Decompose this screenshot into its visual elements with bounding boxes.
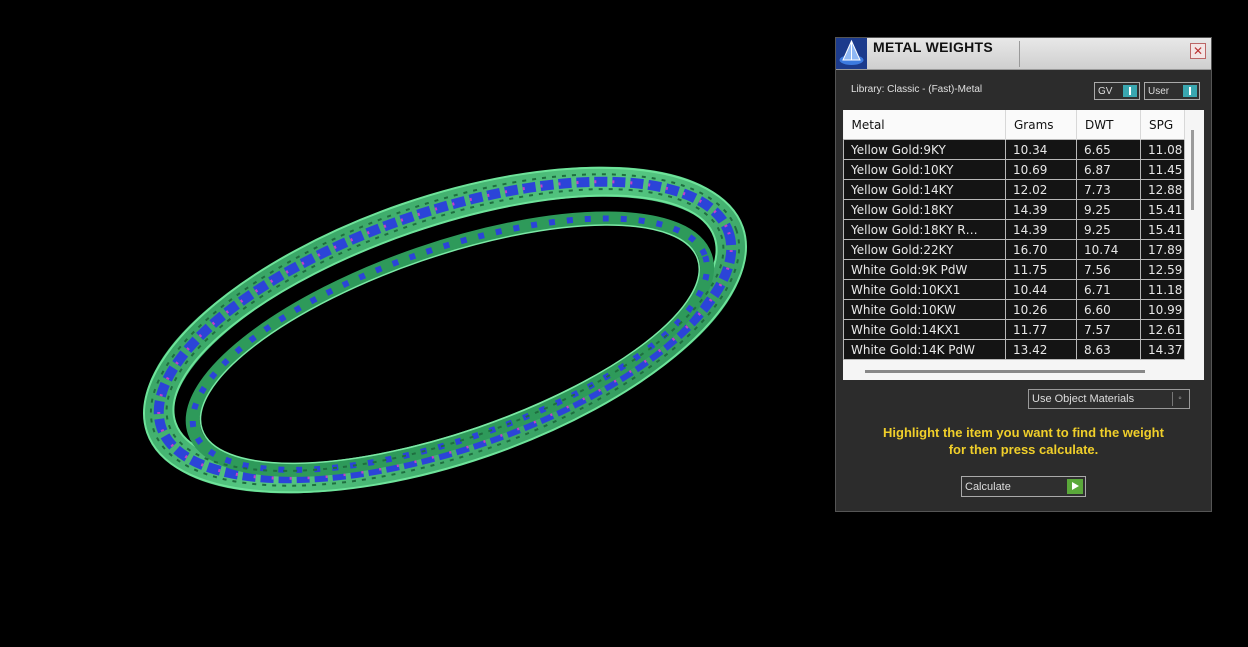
cell-grams: 10.69 — [1005, 159, 1077, 180]
cell-grams: 10.26 — [1005, 299, 1077, 320]
cell-grams: 13.42 — [1005, 339, 1077, 360]
cell-grams: 10.44 — [1005, 279, 1077, 300]
cell-dwt: 8.63 — [1076, 339, 1141, 360]
toggle-switch-icon — [1183, 85, 1197, 97]
table-row[interactable]: Yellow Gold:22KY 16.70 10.74 17.89 — [843, 239, 1185, 260]
cell-spg: 11.08 — [1140, 139, 1185, 160]
titlebar-divider — [1019, 41, 1020, 67]
cell-spg: 14.37 — [1140, 339, 1185, 360]
user-toggle-label: User — [1148, 86, 1170, 97]
cell-grams: 14.39 — [1005, 199, 1077, 220]
table-row[interactable]: White Gold:9K PdW 11.75 7.56 12.59 — [843, 259, 1185, 280]
cell-dwt: 6.60 — [1076, 299, 1141, 320]
calculate-label: Calculate — [965, 481, 1011, 493]
cell-metal: Yellow Gold:9KY — [843, 139, 1006, 160]
cell-dwt: 7.73 — [1076, 179, 1141, 200]
dropdown-icon: ◦ — [1172, 392, 1187, 406]
cell-spg: 17.89 — [1140, 239, 1185, 260]
table-row[interactable]: Yellow Gold:14KY 12.02 7.73 12.88 — [843, 179, 1185, 200]
table-row[interactable]: White Gold:14KX1 11.77 7.57 12.61 — [843, 319, 1185, 340]
app-logo-icon — [836, 38, 867, 69]
cell-grams: 16.70 — [1005, 239, 1077, 260]
cell-dwt: 6.71 — [1076, 279, 1141, 300]
cell-metal: White Gold:10KX1 — [843, 279, 1006, 300]
table-row[interactable]: Yellow Gold:18KY R… 14.39 9.25 15.41 — [843, 219, 1185, 240]
close-icon[interactable]: ✕ — [1190, 43, 1206, 59]
column-header-grams[interactable]: Grams — [1005, 110, 1077, 140]
material-source-value: Use Object Materials — [1032, 393, 1135, 405]
cell-dwt: 7.56 — [1076, 259, 1141, 280]
library-label: Library: Classic - (Fast)-Metal — [851, 84, 983, 95]
cell-grams: 10.34 — [1005, 139, 1077, 160]
metal-weights-panel: METAL WEIGHTS ✕ Library: Classic - (Fast… — [836, 38, 1211, 511]
cell-metal: Yellow Gold:18KY — [843, 199, 1006, 220]
instruction-line-2: for then press calculate. — [948, 442, 1099, 457]
cell-spg: 12.61 — [1140, 319, 1185, 340]
vertical-scrollbar[interactable] — [1191, 130, 1194, 210]
instruction-text: Highlight the item you want to find the … — [836, 424, 1211, 458]
cell-dwt: 7.57 — [1076, 319, 1141, 340]
cell-dwt: 6.87 — [1076, 159, 1141, 180]
metal-table[interactable]: Metal Grams DWT SPG Yellow Gold:9KY 10.34… — [843, 110, 1204, 380]
cell-metal: White Gold:10KW — [843, 299, 1006, 320]
table-row[interactable]: White Gold:14K PdW 13.42 8.63 14.37 — [843, 339, 1185, 360]
cell-metal: White Gold:14KX1 — [843, 319, 1006, 340]
table-header-row: Metal Grams DWT SPG — [843, 110, 1185, 140]
table-row[interactable]: Yellow Gold:9KY 10.34 6.65 11.08 — [843, 139, 1185, 160]
cell-metal: White Gold:9K PdW — [843, 259, 1006, 280]
table-row[interactable]: Yellow Gold:10KY 10.69 6.87 11.45 — [843, 159, 1185, 180]
instruction-line-1: Highlight the item you want to find the … — [883, 425, 1164, 440]
column-header-spg[interactable]: SPG — [1140, 110, 1185, 140]
3d-viewport[interactable] — [0, 0, 820, 647]
user-toggle[interactable]: User — [1144, 82, 1200, 100]
cell-spg: 12.88 — [1140, 179, 1185, 200]
toggle-switch-icon — [1123, 85, 1137, 97]
cell-grams: 12.02 — [1005, 179, 1077, 200]
cell-spg: 12.59 — [1140, 259, 1185, 280]
panel-titlebar[interactable]: METAL WEIGHTS ✕ — [836, 38, 1211, 70]
gv-toggle-label: GV — [1098, 86, 1113, 97]
cell-dwt: 6.65 — [1076, 139, 1141, 160]
play-arrow-icon — [1067, 479, 1083, 494]
cell-metal: Yellow Gold:18KY R… — [843, 219, 1006, 240]
cell-grams: 11.77 — [1005, 319, 1077, 340]
cell-metal: White Gold:14K PdW — [843, 339, 1006, 360]
calculate-button[interactable]: Calculate — [961, 476, 1086, 497]
bangle-model — [143, 166, 747, 494]
cell-grams: 14.39 — [1005, 219, 1077, 240]
column-header-metal[interactable]: Metal — [843, 110, 1006, 140]
cell-metal: Yellow Gold:10KY — [843, 159, 1006, 180]
cell-spg: 11.18 — [1140, 279, 1185, 300]
cell-metal: Yellow Gold:14KY — [843, 179, 1006, 200]
column-header-dwt[interactable]: DWT — [1076, 110, 1141, 140]
cell-spg: 15.41 — [1140, 219, 1185, 240]
cell-spg: 11.45 — [1140, 159, 1185, 180]
cell-dwt: 9.25 — [1076, 199, 1141, 220]
table-row[interactable]: Yellow Gold:18KY 14.39 9.25 15.41 — [843, 199, 1185, 220]
horizontal-scrollbar[interactable] — [865, 370, 1145, 373]
material-source-select[interactable]: Use Object Materials ◦ — [1028, 389, 1190, 409]
cell-grams: 11.75 — [1005, 259, 1077, 280]
panel-title: METAL WEIGHTS — [873, 39, 994, 55]
cell-spg: 10.99 — [1140, 299, 1185, 320]
table-row[interactable]: White Gold:10KW 10.26 6.60 10.99 — [843, 299, 1185, 320]
table-row[interactable]: White Gold:10KX1 10.44 6.71 11.18 — [843, 279, 1185, 300]
cell-dwt: 9.25 — [1076, 219, 1141, 240]
cell-spg: 15.41 — [1140, 199, 1185, 220]
cell-metal: Yellow Gold:22KY — [843, 239, 1006, 260]
cell-dwt: 10.74 — [1076, 239, 1141, 260]
gv-toggle[interactable]: GV — [1094, 82, 1140, 100]
